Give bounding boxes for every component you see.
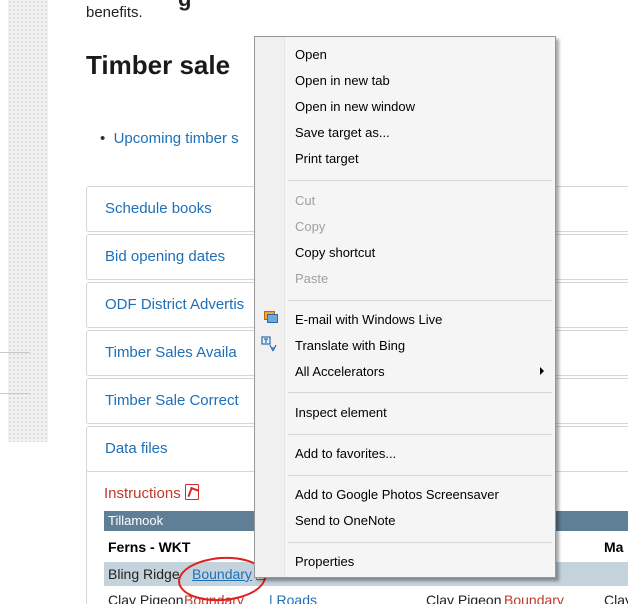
left-tick bbox=[0, 352, 30, 353]
menu-item-label: Print target bbox=[295, 151, 359, 166]
menu-item-properties[interactable]: Properties bbox=[286, 550, 554, 572]
upcoming-timber-sales-link[interactable]: Upcoming timber s bbox=[114, 130, 239, 147]
table-cell: Clay Pigeon bbox=[426, 592, 502, 604]
left-sidebar-strip bbox=[0, 0, 60, 604]
menu-item-translate-bing[interactable]: Translate with Bing bbox=[286, 334, 554, 356]
menu-item-label: Inspect element bbox=[295, 405, 387, 420]
translate-icon-svg bbox=[261, 336, 277, 352]
menu-item-paste: Paste bbox=[286, 267, 554, 289]
context-menu-gutter bbox=[255, 37, 285, 577]
menu-item-cut: Cut bbox=[286, 189, 554, 211]
table-row: Clay Pigeon Boundary | Roads Clay Pigeon… bbox=[104, 590, 628, 604]
menu-item-send-to-onenote[interactable]: Send to OneNote bbox=[286, 509, 554, 531]
menu-item-label: Send to OneNote bbox=[295, 513, 396, 528]
menu-item-save-target-as[interactable]: Save target as... bbox=[286, 121, 554, 143]
menu-item-copy-shortcut[interactable]: Copy shortcut bbox=[286, 241, 554, 263]
accordion-label: Data files bbox=[105, 440, 168, 457]
menu-item-label: Paste bbox=[295, 271, 329, 286]
accordion-label: Timber Sales Availa bbox=[105, 344, 237, 361]
menu-item-label: Cut bbox=[295, 193, 316, 208]
boundary-link[interactable]: Boundary bbox=[504, 592, 564, 604]
table-cell: Bling Ridge bbox=[108, 566, 180, 582]
table-header-label: Tillamook bbox=[108, 513, 164, 528]
menu-item-google-photos-screensaver[interactable]: Add to Google Photos Screensaver bbox=[286, 483, 554, 505]
roads-link[interactable]: | Roads bbox=[269, 592, 317, 604]
left-tick bbox=[0, 393, 30, 394]
menu-item-label: Properties bbox=[295, 554, 355, 569]
menu-item-label: Translate with Bing bbox=[295, 338, 406, 353]
table-cell: Clay Pigeon bbox=[108, 592, 184, 604]
table-cell: Ma bbox=[604, 539, 624, 555]
translate-icon bbox=[261, 336, 279, 352]
menu-item-email-windows-live[interactable]: E-mail with Windows Live bbox=[286, 308, 554, 330]
submenu-arrow-icon bbox=[540, 367, 544, 375]
menu-item-label: Add to Google Photos Screensaver bbox=[295, 487, 499, 502]
bullet-item: • Upcoming timber s bbox=[100, 130, 239, 147]
menu-item-label: E-mail with Windows Live bbox=[295, 312, 443, 327]
menu-item-open[interactable]: Open bbox=[286, 43, 554, 65]
menu-item-copy: Copy bbox=[286, 215, 554, 237]
menu-item-all-accelerators[interactable]: All Accelerators bbox=[286, 360, 554, 382]
instructions-link[interactable]: Instructions bbox=[104, 484, 199, 502]
table-cell: Ferns - WKT bbox=[108, 539, 191, 555]
menu-item-label: Copy bbox=[295, 219, 326, 234]
accordion-label: Bid opening dates bbox=[105, 248, 226, 265]
instructions-label: Instructions bbox=[104, 485, 181, 502]
menu-separator bbox=[288, 475, 552, 476]
menu-item-print-target[interactable]: Print target bbox=[286, 147, 554, 169]
menu-item-inspect-element[interactable]: Inspect element bbox=[286, 401, 554, 423]
menu-item-label: Copy shortcut bbox=[295, 245, 376, 260]
menu-item-open-new-window[interactable]: Open in new window bbox=[286, 95, 554, 117]
page-title: Timber sale bbox=[86, 50, 231, 80]
table-cell: Clay bbox=[604, 592, 628, 604]
email-windows-live-icon bbox=[262, 309, 279, 325]
accordion-label: Timber Sale Correct bbox=[105, 392, 239, 409]
menu-separator bbox=[288, 300, 552, 301]
menu-separator bbox=[288, 434, 552, 435]
left-pattern bbox=[8, 0, 48, 442]
menu-item-label: Open in new window bbox=[295, 99, 415, 114]
heading-top-fragment: g bbox=[178, 0, 191, 12]
menu-separator bbox=[288, 180, 552, 181]
context-menu: Open Open in new tab Open in new window … bbox=[254, 36, 556, 578]
menu-item-label: Open in new tab bbox=[295, 73, 390, 88]
accordion-label: ODF District Advertis bbox=[105, 296, 245, 313]
menu-item-label: All Accelerators bbox=[295, 364, 385, 379]
benefits-text: benefits. bbox=[86, 4, 143, 21]
menu-item-label: Open bbox=[295, 47, 327, 62]
menu-item-label: Add to favorites... bbox=[295, 446, 397, 461]
menu-item-add-to-favorites[interactable]: Add to favorites... bbox=[286, 442, 554, 464]
menu-separator bbox=[288, 392, 552, 393]
menu-separator bbox=[288, 542, 552, 543]
email-icon-front bbox=[267, 314, 278, 323]
menu-item-open-new-tab[interactable]: Open in new tab bbox=[286, 69, 554, 91]
pdf-icon bbox=[184, 484, 199, 500]
accordion-label: Schedule books bbox=[105, 200, 212, 217]
menu-item-label: Save target as... bbox=[295, 125, 390, 140]
